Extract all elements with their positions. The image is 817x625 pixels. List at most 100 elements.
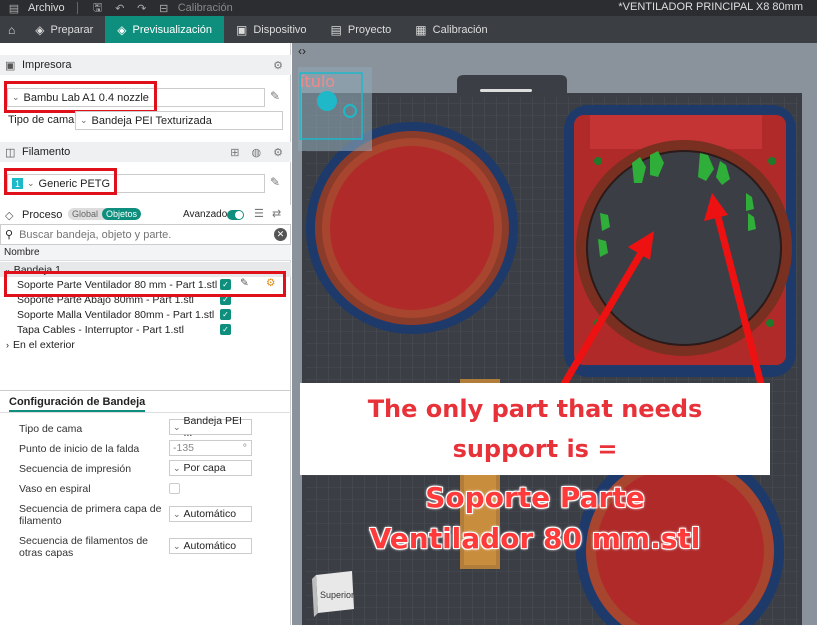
- prepare-icon: ◈: [35, 22, 45, 37]
- sidebar: ▣ Impresora ⚙ ⌄ Bambu Lab A1 0.4 nozzle …: [0, 43, 291, 625]
- advanced-switch[interactable]: [227, 210, 244, 220]
- save-icon[interactable]: 🖫: [90, 0, 106, 18]
- document-title: *VENTILADOR PRINCIPAL X8 80mm: [618, 1, 803, 13]
- chevron-down-icon: ⌄: [173, 462, 181, 473]
- process-section-title: Proceso: [22, 209, 63, 221]
- bed-type-value: Bandeja PEI Texturizada: [91, 114, 212, 127]
- annotation-highlight-box: [4, 168, 117, 195]
- chevron-down-icon: ⌄: [173, 421, 181, 432]
- config-value: Automático: [183, 508, 237, 520]
- config-label: Vaso en espiral: [19, 483, 91, 495]
- title-bar: ▤ Archivo 🖫 ↶ ↷ ⊟ Calibración *VENTILADO…: [0, 0, 817, 16]
- printer-section-header: ▣ Impresora ⚙: [0, 55, 291, 75]
- filament-section-header: ◫ Filamento ⊞ ◍ ⚙: [0, 142, 291, 162]
- tab-label: Proyecto: [347, 23, 392, 36]
- tab-project[interactable]: ▤ Proyecto: [319, 16, 404, 43]
- print-sequence-select[interactable]: ⌄ Por capa: [169, 460, 252, 476]
- config-unit: °: [242, 442, 247, 454]
- clear-search-icon[interactable]: ✕: [274, 228, 287, 241]
- config-label: Secuencia de primera capa de filamento: [19, 503, 162, 527]
- undo-icon[interactable]: ↶: [112, 2, 128, 15]
- file-menu[interactable]: Archivo: [28, 2, 65, 14]
- tab-preview[interactable]: ◈ Previsualización: [105, 16, 224, 43]
- home-icon: ⌂: [8, 22, 16, 37]
- annotation-part-line2: Ventilador 80 mm.stl: [369, 522, 701, 555]
- printer-icon: ▣: [5, 59, 16, 72]
- plate-config-title: Configuración de Bandeja: [9, 396, 146, 412]
- main-tabs: ⌂ ◈ Preparar ◈ Previsualización ▣ Dispositi…: [0, 16, 817, 43]
- filament-settings-icon[interactable]: ◍: [252, 146, 262, 159]
- calibration-menu[interactable]: Calibración: [178, 2, 233, 14]
- tree-column-header: Nombre: [0, 245, 291, 261]
- thumbnail-title: ítulo: [300, 72, 336, 91]
- tab-label: Calibración: [432, 23, 488, 36]
- process-section-header: ◇ Proceso: [0, 205, 291, 225]
- calibration-icon[interactable]: ⊟: [156, 2, 172, 15]
- config-value: Por capa: [183, 462, 226, 474]
- tab-label: Dispositivo: [253, 23, 307, 36]
- advanced-label: Avanzado: [183, 209, 228, 220]
- tab-device[interactable]: ▣ Dispositivo: [224, 16, 319, 43]
- separator: [76, 2, 78, 14]
- settings-sliders-icon[interactable]: ⚙: [273, 59, 283, 72]
- chevron-down-icon: ⌄: [173, 540, 181, 551]
- project-icon: ▤: [330, 22, 342, 37]
- printer-section-title: Impresora: [22, 59, 72, 71]
- spiral-vase-checkbox[interactable]: [169, 483, 180, 494]
- outside-row[interactable]: › En el exterior: [0, 337, 291, 352]
- object-search[interactable]: ⚲ ✕: [0, 224, 291, 245]
- calibration-icon: ▦: [415, 22, 427, 37]
- config-label: Secuencia de impresión: [19, 463, 132, 475]
- toggle-objects[interactable]: Objetos: [102, 208, 142, 220]
- config-label: Secuencia de filamentos de otras capas: [19, 535, 148, 559]
- filament-section-title: Filamento: [22, 146, 71, 158]
- config-value: Bandeja PEI ...: [183, 415, 242, 439]
- expand-icon[interactable]: ›: [6, 340, 9, 350]
- tab-label: Previsualización: [132, 23, 212, 36]
- config-label: Punto de inicio de la falda: [19, 443, 140, 455]
- search-icon: ⚲: [5, 229, 14, 241]
- visible-checkbox[interactable]: ✓: [220, 309, 231, 320]
- outside-label: En el exterior: [13, 338, 75, 351]
- filament-icon: ◫: [5, 146, 16, 159]
- toggle-global[interactable]: Global: [68, 208, 102, 220]
- tab-prepare[interactable]: ◈ Preparar: [23, 16, 105, 43]
- process-scope-toggle[interactable]: Global Objetos: [68, 208, 142, 220]
- config-value: Automático: [183, 540, 237, 552]
- object-row[interactable]: Tapa Cables - Interruptor - Part 1.stl ✓: [0, 322, 291, 337]
- settings-sliders-icon[interactable]: ⚙: [273, 146, 283, 159]
- edit-icon[interactable]: ✎: [270, 175, 280, 189]
- list-view-icon[interactable]: ☰: [254, 207, 264, 220]
- device-icon: ▣: [236, 22, 248, 37]
- compare-icon[interactable]: ⇄: [272, 207, 281, 220]
- svg-text:‹›: ‹›: [298, 44, 306, 58]
- add-filament-icon[interactable]: ⊞: [230, 146, 239, 159]
- bed-type-label: Tipo de cama: [8, 114, 75, 126]
- preview-icon: ◈: [117, 22, 127, 37]
- annotation-text-line2: support is =: [452, 435, 618, 463]
- first-layer-sequence-select[interactable]: ⌄ Automático: [169, 506, 252, 522]
- home-tab[interactable]: ⌂: [0, 16, 23, 43]
- printed-part-fan-mount: [564, 105, 796, 377]
- annotation-highlight-box: [4, 81, 157, 113]
- config-bed-type-select[interactable]: ⌄ Bandeja PEI ...: [169, 415, 252, 439]
- skirt-start-input[interactable]: -135 °: [169, 440, 252, 456]
- object-row[interactable]: Soporte Malla Ventilador 80mm - Part 1.s…: [0, 307, 291, 322]
- redo-icon[interactable]: ↷: [134, 2, 150, 15]
- search-input[interactable]: [19, 228, 268, 241]
- object-label: Tapa Cables - Interruptor - Part 1.stl: [17, 323, 184, 336]
- tab-label: Preparar: [50, 23, 94, 36]
- tab-calibration[interactable]: ▦ Calibración: [403, 16, 499, 43]
- edit-icon[interactable]: ✎: [270, 89, 280, 103]
- other-layers-sequence-select[interactable]: ⌄ Automático: [169, 538, 252, 554]
- annotation-part-line1: Soporte Parte: [425, 481, 645, 514]
- plate-config-header: Configuración de Bandeja: [0, 391, 291, 413]
- config-value: -135: [173, 442, 195, 454]
- bed-type-select[interactable]: ⌄ Bandeja PEI Texturizada: [75, 111, 283, 130]
- app-menu-icon[interactable]: ▤: [6, 2, 22, 15]
- annotation-highlight-box: [4, 271, 286, 297]
- chevron-down-icon: ⌄: [173, 508, 181, 519]
- printed-part-ring-left: [306, 122, 518, 334]
- visible-checkbox[interactable]: ✓: [220, 324, 231, 335]
- chevron-down-icon: ⌄: [80, 115, 88, 125]
